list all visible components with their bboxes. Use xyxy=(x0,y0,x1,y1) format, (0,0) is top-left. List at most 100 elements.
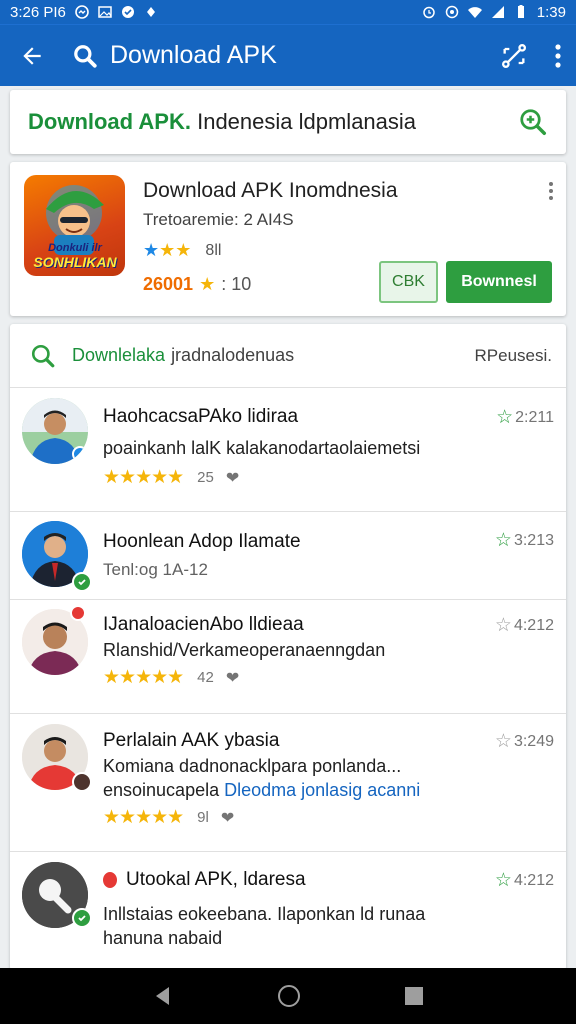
rating-count: 8ll xyxy=(205,241,222,259)
share-icon[interactable] xyxy=(500,42,528,70)
arrow-left-icon xyxy=(23,46,41,65)
review-text: Tenl:og 1A-12 xyxy=(103,560,208,579)
verified-badge-icon xyxy=(72,446,88,462)
search-icon xyxy=(74,44,97,68)
verified-check-icon xyxy=(72,908,92,928)
search-field[interactable]: Download APK. Indenesia ldpmlanasia xyxy=(10,90,566,154)
status-time: 3:26 PI6 xyxy=(10,3,66,21)
heart-icon[interactable]: ❤︎ xyxy=(221,808,234,828)
review-rating: ★★★★★ 42 ❤︎ xyxy=(103,666,239,689)
review-item[interactable]: Perlalain AAK ybasia ☆ 3:249 Komiana dadn… xyxy=(10,714,566,852)
app-bar: Download APK xyxy=(0,24,576,86)
nav-home-icon[interactable] xyxy=(277,984,301,1008)
rating-stars: ★★★★★ xyxy=(103,667,184,688)
app-bar-title: Download APK xyxy=(72,41,500,70)
review-link[interactable]: Dleodma jonlasig acanni xyxy=(224,780,420,800)
review-text: Komiana dadnonacklpara ponlanda... xyxy=(103,756,402,776)
review-score: ☆ 4:212 xyxy=(495,869,554,892)
review-text-line2: ensoinucapela xyxy=(103,780,220,800)
page-title: Download APK xyxy=(110,41,277,69)
nav-back-icon[interactable] xyxy=(152,985,174,1007)
battery-icon xyxy=(517,5,524,18)
review-author: Hoonlean Adop Ilamate xyxy=(103,531,301,552)
star-outline-icon: ☆ xyxy=(496,407,514,428)
search-query-rest: Indenesia ldpmlanasia xyxy=(197,109,417,134)
app-icon-text-top: Donkuli ilr xyxy=(48,242,102,254)
review-text-line2: hanuna nabaid xyxy=(103,928,223,948)
review-author: HaohcacsaPAko lidiraa xyxy=(103,406,299,427)
app-menu-icon[interactable] xyxy=(548,182,554,200)
review-item[interactable]: IJanaloacienAbo lldieaa ☆ 4:212 Rlanshid/… xyxy=(10,600,566,714)
review-text: poainkanh lalK kalakanodartaolaiemetsi xyxy=(103,438,421,458)
image-icon xyxy=(98,6,112,18)
reviews-card: Downlelaka jradnalodenuas RPeusesi. Haoh… xyxy=(10,324,566,970)
wifi-icon xyxy=(467,7,482,18)
review-rating: ★★★★★ 9l ❤︎ xyxy=(103,806,234,829)
sort-button[interactable]: RPeusesi. xyxy=(475,346,552,366)
more-vert-icon[interactable] xyxy=(554,43,562,69)
review-score: ☆ 2:211 xyxy=(496,406,554,429)
edit-badge-icon xyxy=(72,772,92,792)
reviews-header-label-rest: jradnalodenuas xyxy=(171,345,295,365)
app-name: Download APK Inomdnesia xyxy=(143,179,398,202)
review-text: Rlanshid/Verkameoperanaenngdan xyxy=(103,640,386,660)
review-author: Utookal APK, ldaresa xyxy=(126,869,306,890)
review-item[interactable]: HaohcacsaPAko lidiraa ☆ 2:211 poainkanh l… xyxy=(10,388,566,512)
status-clock: 1:39 xyxy=(536,3,566,21)
back-button[interactable] xyxy=(14,38,50,74)
search-icon xyxy=(31,344,55,367)
messenger-icon xyxy=(75,5,89,19)
system-nav-bar xyxy=(0,968,576,1024)
review-score-value: 2:211 xyxy=(515,408,554,426)
signal-icon xyxy=(491,6,504,18)
review-text: Inllstaias eokeebana. Ilaponkan ld runaa xyxy=(103,904,426,924)
heart-icon[interactable]: ❤︎ xyxy=(226,668,239,688)
rating-stars: ★★★★★ xyxy=(103,467,184,488)
app-subtitle: Tretoaremie: 2 AI4S xyxy=(143,210,294,229)
search-query-highlight: Download APK. xyxy=(28,109,191,134)
app-rating: ★★★ 8ll xyxy=(143,240,221,261)
review-item[interactable]: Hoonlean Adop Ilamate ☆ 3:213 Tenl:og 1A-… xyxy=(10,512,566,600)
download-button[interactable]: Bownnesl xyxy=(446,261,552,303)
review-score-value: 4:212 xyxy=(513,616,554,634)
review-count: 42 xyxy=(197,669,214,686)
search-query: Download APK. Indenesia ldpmlanasia xyxy=(28,109,416,135)
zoom-search-icon[interactable] xyxy=(518,107,548,137)
app-icon-text-bottom: SONHLIKAN xyxy=(33,254,117,270)
notification-badge-icon xyxy=(70,605,86,621)
star-outline-icon: ☆ xyxy=(494,615,512,636)
error-icon xyxy=(103,872,117,888)
rating-stars-icon: ★★★ xyxy=(143,240,192,260)
review-score: ☆ 3:213 xyxy=(495,529,554,552)
review-count: 25 xyxy=(197,469,214,486)
review-item[interactable]: Utookal APK, ldaresa ☆ 4:212 Inllstaias e… xyxy=(10,852,566,970)
star-icon: ★ xyxy=(199,274,216,294)
app-icon: Donkuli ilr SONHLIKAN xyxy=(24,175,125,276)
review-score-value: 4:212 xyxy=(513,871,554,889)
app-card[interactable]: Donkuli ilr SONHLIKAN Download APK Inomd… xyxy=(10,162,566,316)
download-count: 26001 xyxy=(143,274,194,294)
download-extra: : 10 xyxy=(221,274,252,294)
verified-check-icon xyxy=(72,572,92,592)
review-score-value: 3:249 xyxy=(513,732,554,750)
star-outline-icon: ☆ xyxy=(494,870,512,891)
reviews-header-label: Downlelaka xyxy=(72,345,166,365)
alarm-icon xyxy=(423,6,435,19)
avatar xyxy=(22,398,88,464)
review-rating: ★★★★★ 25 ❤︎ xyxy=(103,466,239,489)
nav-recents-icon[interactable] xyxy=(404,986,424,1006)
review-author: IJanaloacienAbo lldieaa xyxy=(103,614,304,635)
status-bar: 3:26 PI6 1:39 xyxy=(0,0,576,24)
review-text-continued: ensoinucapela Dleodma jonlasig acanni xyxy=(103,780,420,801)
review-score-value: 3:213 xyxy=(513,531,554,549)
star-outline-icon: ☆ xyxy=(494,530,512,551)
secondary-button[interactable]: CBK xyxy=(379,261,438,303)
review-count: 9l xyxy=(197,809,209,826)
review-score: ☆ 3:249 xyxy=(495,730,554,753)
review-author: Perlalain AAK ybasia xyxy=(103,730,280,751)
app-downloads: 26001 ★ : 10 xyxy=(143,274,251,295)
reviews-header: Downlelaka jradnalodenuas RPeusesi. xyxy=(10,324,566,388)
heart-icon[interactable]: ❤︎ xyxy=(226,468,239,488)
rating-stars: ★★★★★ xyxy=(103,807,184,828)
navigation-icon xyxy=(146,7,155,17)
